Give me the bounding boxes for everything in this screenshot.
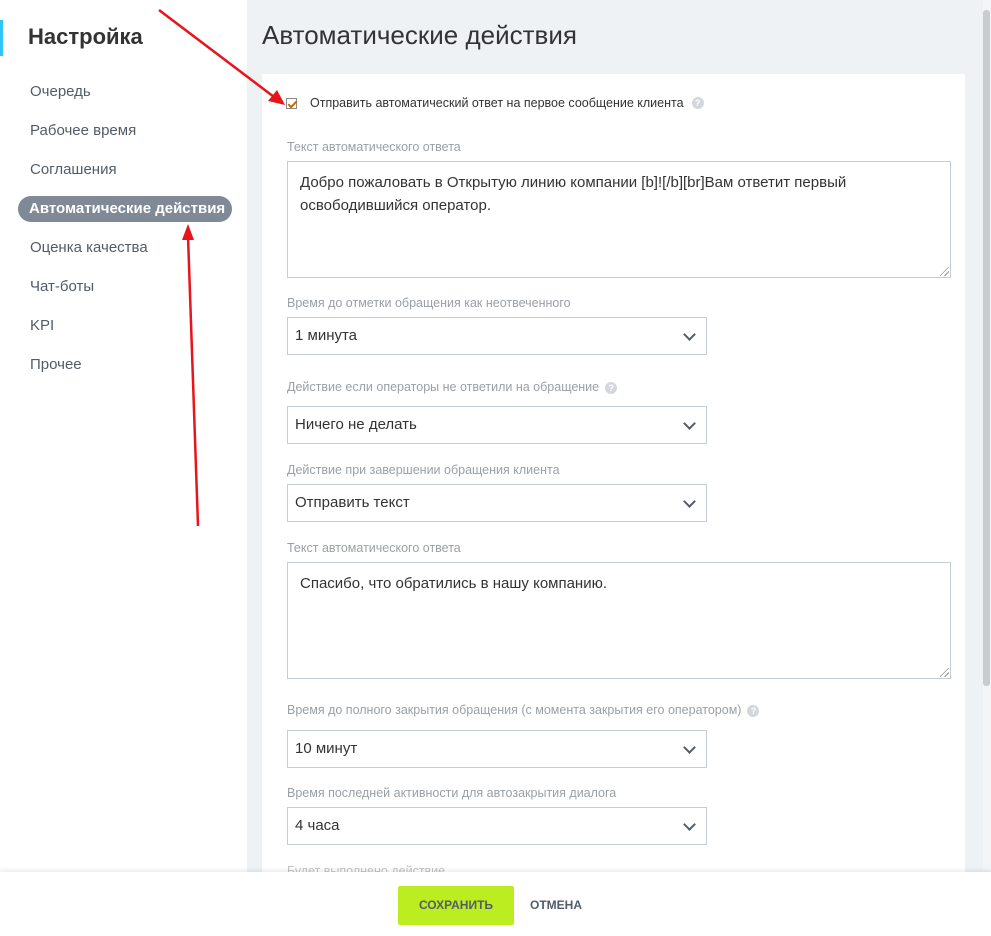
finish-action-value: Отправить текст	[295, 494, 410, 511]
sidebar-item-auto-actions[interactable]: Автоматические действия	[18, 196, 232, 222]
auto-reply-text-value: Добро пожаловать в Открытую линию компан…	[300, 174, 847, 214]
unanswered-time-value: 1 минута	[295, 327, 358, 344]
no-answer-action-value: Ничего не делать	[295, 416, 417, 433]
scrollbar-thumb[interactable]	[983, 10, 990, 686]
sidebar-item-agreements[interactable]: Соглашения	[18, 157, 232, 183]
full-close-time-label: Время до полного закрытия обращения (с м…	[287, 703, 760, 717]
chevron-down-icon	[683, 328, 696, 341]
sidebar: Настройка Очередь Рабочее время Соглашен…	[0, 0, 247, 936]
no-answer-action-label-text: Действие если операторы не ответили на о…	[287, 380, 600, 394]
unanswered-time-select[interactable]: 1 минута	[287, 317, 707, 355]
help-icon[interactable]: ?	[605, 381, 618, 394]
auto-reply-row: Отправить автоматический ответ на первое…	[286, 96, 704, 110]
finish-text-label: Текст автоматического ответа	[287, 541, 461, 555]
last-activity-time-value: 4 часа	[295, 817, 340, 834]
help-icon[interactable]: ?	[691, 97, 704, 109]
settings-panel: Отправить автоматический ответ на первое…	[262, 74, 965, 874]
sidebar-title: Настройка	[28, 24, 143, 49]
sidebar-item-working-hours[interactable]: Рабочее время	[18, 118, 232, 144]
sidebar-item-kpi[interactable]: KPI	[18, 313, 232, 339]
finish-text-value: Спасибо, что обратились в нашу компанию.	[300, 575, 608, 592]
sidebar-accent-bar	[0, 20, 3, 56]
finish-action-label: Действие при завершении обращения клиент…	[287, 463, 560, 477]
resize-grip-icon[interactable]	[940, 668, 949, 677]
chevron-down-icon	[683, 417, 696, 430]
finish-textarea[interactable]: Спасибо, что обратились в нашу компанию.	[287, 562, 951, 679]
help-icon[interactable]: ?	[747, 704, 760, 717]
cancel-button[interactable]: ОТМЕНА	[530, 886, 582, 925]
auto-reply-textarea[interactable]: Добро пожаловать в Открытую линию компан…	[287, 161, 951, 278]
full-close-time-select[interactable]: 10 минут	[287, 730, 707, 768]
sidebar-item-other[interactable]: Прочее	[18, 352, 232, 378]
no-answer-action-select[interactable]: Ничего не делать	[287, 406, 707, 444]
scrollbar-track[interactable]	[983, 0, 991, 870]
chevron-down-icon	[683, 741, 696, 754]
checkmark-icon	[287, 98, 298, 108]
save-button[interactable]: СОХРАНИТЬ	[398, 886, 514, 925]
no-answer-action-label: Действие если операторы не ответили на о…	[287, 380, 618, 394]
full-close-time-label-text: Время до полного закрытия обращения (с м…	[287, 703, 742, 717]
chevron-down-icon	[683, 495, 696, 508]
last-activity-time-label: Время последней активности для автозакры…	[287, 786, 617, 800]
unanswered-time-label: Время до отметки обращения как неотвечен…	[287, 296, 571, 310]
auto-reply-checkbox-label[interactable]: Отправить автоматический ответ на первое…	[310, 96, 684, 110]
resize-grip-icon[interactable]	[940, 267, 949, 276]
full-close-time-value: 10 минут	[295, 740, 358, 757]
sidebar-item-quality-rating[interactable]: Оценка качества	[18, 235, 232, 261]
finish-action-select[interactable]: Отправить текст	[287, 484, 707, 522]
page-title: Автоматические действия	[262, 20, 577, 50]
auto-reply-checkbox[interactable]	[286, 97, 298, 109]
sidebar-item-queue[interactable]: Очередь	[18, 79, 232, 105]
last-activity-time-select[interactable]: 4 часа	[287, 807, 707, 845]
footer-bar: СОХРАНИТЬ ОТМЕНА	[0, 872, 991, 936]
auto-reply-text-label: Текст автоматического ответа	[287, 140, 461, 154]
chevron-down-icon	[683, 818, 696, 831]
sidebar-item-chatbots[interactable]: Чат-боты	[18, 274, 232, 300]
